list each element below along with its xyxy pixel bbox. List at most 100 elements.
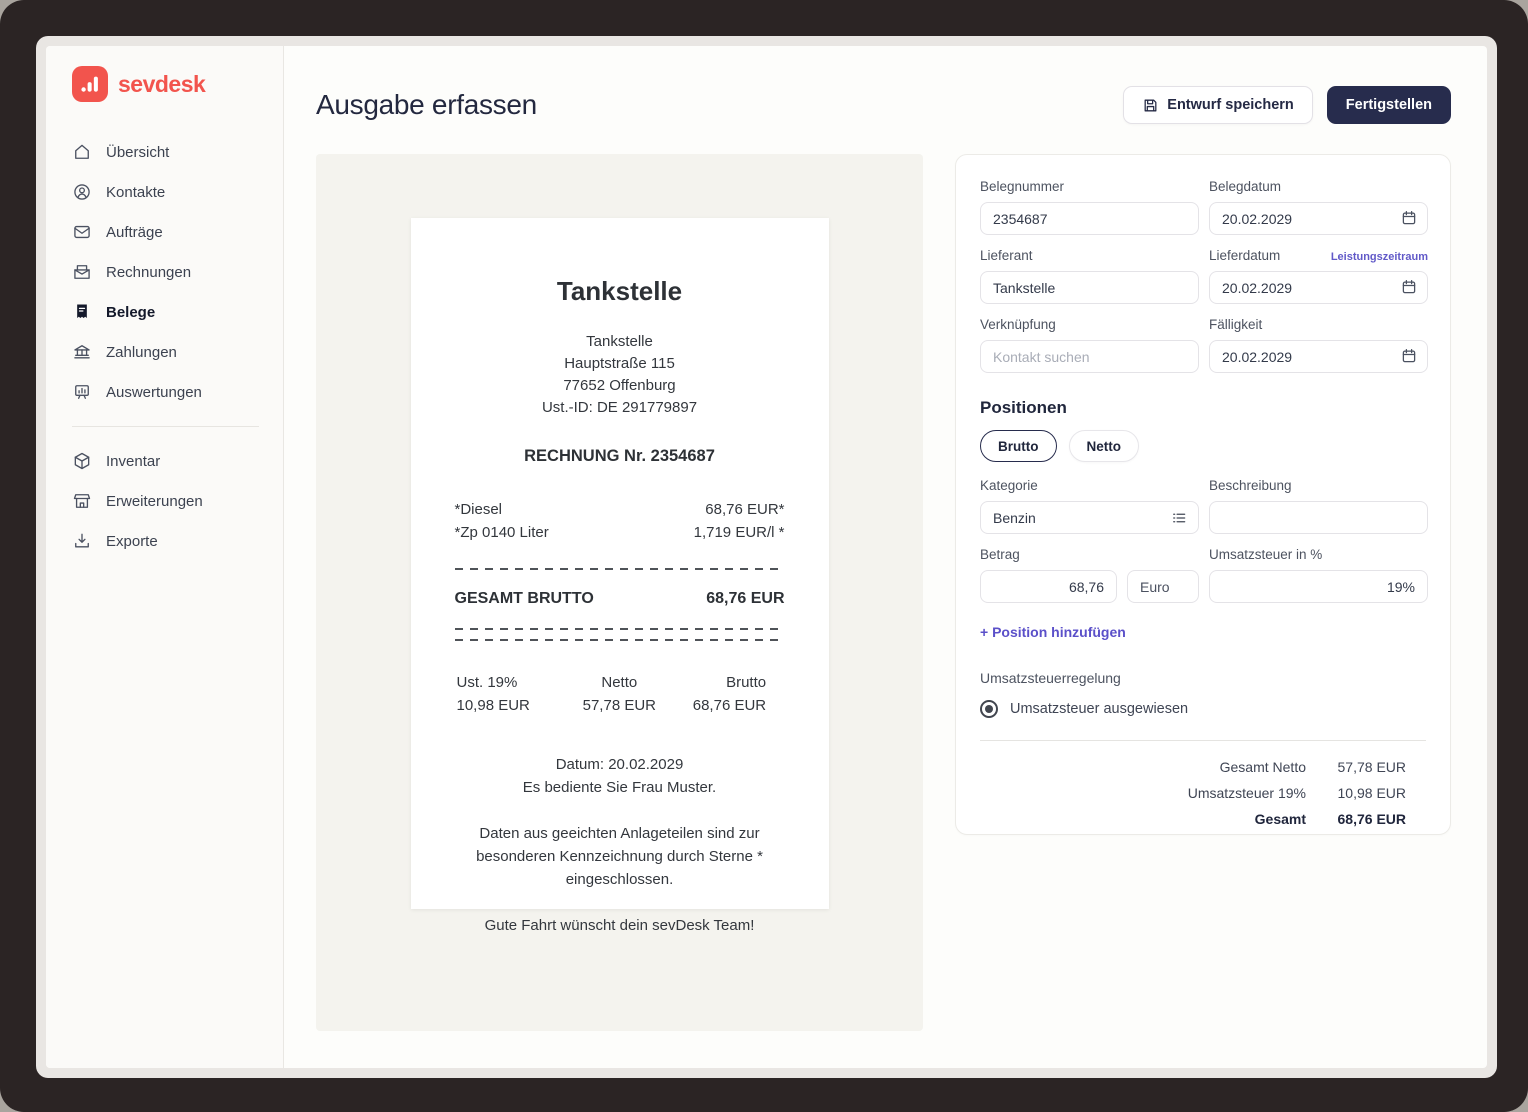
brand-logo[interactable]: sevdesk [72,66,283,102]
total-label: Gesamt Netto [1220,757,1306,777]
faelligkeit-input[interactable] [1209,340,1428,373]
currency-value: Euro [1140,579,1170,595]
finish-button[interactable]: Fertigstellen [1327,86,1451,124]
betrag-label: Betrag [980,547,1020,562]
sidebar: sevdesk Übersicht Kontakte [46,46,284,1068]
receipt-tax-header: Netto [564,671,674,694]
receipt-date-line: Datum: 20.02.2029 [455,753,785,776]
envelope-icon [72,222,92,242]
receipt-item-name: *Diesel [455,498,503,521]
sidebar-item-erweiterungen[interactable]: Erweiterungen [72,481,283,521]
belegdatum-label: Belegdatum [1209,179,1281,194]
belegdatum-input[interactable] [1209,202,1428,235]
receipt-address-line: Hauptstraße 115 [455,353,785,375]
receipt-item-amount: 68,76 EUR* [705,498,784,521]
receipt-total-value: 68,76 EUR [706,590,784,608]
total-value: 57,78 EUR [1306,757,1406,777]
sidebar-item-label: Rechnungen [106,264,191,281]
umsatzsteuer-label: Umsatzsteuer in % [1209,547,1322,562]
tax-rule-radio-option[interactable]: Umsatzsteuer ausgewiesen [980,700,1426,718]
sidebar-item-label: Erweiterungen [106,493,203,510]
calendar-icon[interactable] [1400,347,1418,365]
receipt-address-line: 77652 Offenburg [455,375,785,397]
leistungszeitraum-link[interactable]: Leistungszeitraum [1331,251,1428,263]
expense-form-card: Belegnummer Belegdatum [955,154,1451,835]
sidebar-item-rechnungen[interactable]: Rechnungen [72,252,283,292]
sidebar-item-inventar[interactable]: Inventar [72,441,283,481]
sidebar-item-auswertungen[interactable]: Auswertungen [72,372,283,412]
verknuepfung-label: Verknüpfung [980,317,1056,332]
sidebar-item-label: Übersicht [106,144,169,161]
receipt-tax-header: Brutto [674,671,766,694]
kategorie-label: Kategorie [980,478,1038,493]
lieferdatum-label: Lieferdatum [1209,248,1280,263]
sidebar-item-label: Exporte [106,533,158,550]
receipt-footer: Gute Fahrt wünscht dein sevDesk Team! [455,914,785,937]
beschreibung-input[interactable] [1209,501,1428,534]
sidebar-item-label: Inventar [106,453,160,470]
receipt-tax-value: 57,78 EUR [564,694,674,717]
receipt-document: Tankstelle Tankstelle Hauptstraße 115 77… [411,218,829,909]
receipt-tax-header: Ust. 19% [457,671,565,694]
netto-toggle[interactable]: Netto [1069,430,1140,462]
faelligkeit-label: Fälligkeit [1209,317,1262,332]
sidebar-item-uebersicht[interactable]: Übersicht [72,132,283,172]
kategorie-value: Benzin [993,510,1036,526]
total-label: Gesamt [1255,809,1306,829]
lieferant-label: Lieferant [980,248,1033,263]
sidebar-item-label: Auswertungen [106,384,202,401]
totals-divider [980,740,1426,741]
kategorie-select[interactable]: Benzin [980,501,1199,534]
verknuepfung-input[interactable] [980,340,1199,373]
calendar-icon[interactable] [1400,209,1418,227]
cube-icon [72,451,92,471]
receipt-title: Tankstelle [455,276,785,307]
calendar-icon[interactable] [1400,278,1418,296]
save-draft-label: Entwurf speichern [1167,97,1294,113]
sevdesk-logo-icon [72,66,108,102]
tax-rule-option-label: Umsatzsteuer ausgewiesen [1010,701,1188,717]
sidebar-item-exporte[interactable]: Exporte [72,521,283,561]
sidebar-item-label: Zahlungen [106,344,177,361]
receipt-tax-value: 68,76 EUR [674,694,766,717]
receipt-address-line: Ust.-ID: DE 291779897 [455,397,785,419]
lieferdatum-input[interactable] [1209,271,1428,304]
sidebar-item-zahlungen[interactable]: Zahlungen [72,332,283,372]
total-value: 10,98 EUR [1306,783,1406,803]
receipt-note: Daten aus geeichten Anlageteilen sind zu… [455,822,785,891]
belegnummer-label: Belegnummer [980,179,1064,194]
report-icon [72,382,92,402]
receipt-address-line: Tankstelle [455,331,785,353]
add-position-link[interactable]: + Position hinzufügen [980,624,1426,640]
receipt-icon [72,302,92,322]
sidebar-divider [72,426,259,427]
umsatzsteuer-input[interactable] [1209,570,1428,603]
betrag-input[interactable] [980,570,1117,603]
currency-select[interactable]: Euro [1127,570,1199,603]
save-icon [1142,97,1159,114]
window-frame: sevdesk Übersicht Kontakte [0,0,1528,1112]
sidebar-item-label: Aufträge [106,224,163,241]
receipt-item-price: 1,719 EUR/l * [694,521,785,544]
save-draft-button[interactable]: Entwurf speichern [1123,86,1313,124]
receipt-served-line: Es bediente Sie Frau Muster. [455,776,785,799]
invoice-icon [72,262,92,282]
lieferant-input[interactable] [980,271,1199,304]
sidebar-item-auftraege[interactable]: Aufträge [72,212,283,252]
list-icon [1170,509,1188,527]
total-label: Umsatzsteuer 19% [1188,783,1306,803]
receipt-item-qty: 40 Liter [499,521,549,544]
belegnummer-input[interactable] [980,202,1199,235]
sidebar-item-kontakte[interactable]: Kontakte [72,172,283,212]
receipt-tax-value: 10,98 EUR [457,694,565,717]
download-icon [72,531,92,551]
brutto-toggle[interactable]: Brutto [980,430,1057,462]
receipt-total-label: GESAMT BRUTTO [455,590,594,608]
receipt-preview-panel: Tankstelle Tankstelle Hauptstraße 115 77… [316,154,923,1031]
radio-selected-icon[interactable] [980,700,998,718]
sidebar-item-belege[interactable]: Belege [72,292,283,332]
page-title: Ausgabe erfassen [316,89,537,121]
receipt-separator [455,628,785,641]
app-window: sevdesk Übersicht Kontakte [36,36,1497,1078]
beschreibung-label: Beschreibung [1209,478,1292,493]
